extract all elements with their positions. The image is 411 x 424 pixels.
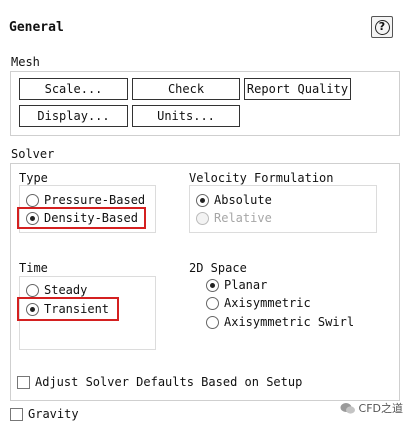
type-group-label: Type xyxy=(19,171,48,185)
watermark-text: CFD之道 xyxy=(358,402,403,415)
radio-planar[interactable]: Planar xyxy=(206,276,267,294)
radio-label: Planar xyxy=(224,278,268,292)
help-icon: ? xyxy=(374,19,390,35)
space-group-label: 2D Space xyxy=(189,261,247,275)
help-button[interactable]: ? xyxy=(371,16,393,38)
check-button[interactable]: Check xyxy=(132,78,240,100)
solver-section-label: Solver xyxy=(11,147,55,161)
radio-button xyxy=(196,211,209,225)
radio-axisymmetric-swirl[interactable]: Axisymmetric Swirl xyxy=(206,313,354,331)
scale-button[interactable]: Scale... xyxy=(19,78,128,100)
radio-button[interactable] xyxy=(26,211,39,225)
radio-button[interactable] xyxy=(196,193,209,207)
adjust-defaults-label: Adjust Solver Defaults Based on Setup xyxy=(35,375,303,389)
velocity-group-label: Velocity Formulation xyxy=(189,171,334,185)
watermark: CFD之道 xyxy=(340,400,403,416)
radio-label: Relative xyxy=(214,211,272,225)
radio-button[interactable] xyxy=(206,296,219,310)
radio-density-based[interactable]: Density-Based xyxy=(26,209,138,227)
units-button[interactable]: Units... xyxy=(132,105,240,127)
radio-label: Absolute xyxy=(214,193,272,207)
radio-relative: Relative xyxy=(196,209,272,227)
radio-button[interactable] xyxy=(26,302,39,316)
radio-button[interactable] xyxy=(26,283,39,297)
display-button[interactable]: Display... xyxy=(19,105,128,127)
adjust-defaults-checkbox[interactable] xyxy=(17,375,30,389)
radio-label: Axisymmetric xyxy=(224,296,311,310)
mesh-section-label: Mesh xyxy=(11,55,40,69)
gravity-checkbox[interactable] xyxy=(10,407,23,421)
radio-transient[interactable]: Transient xyxy=(26,300,109,318)
radio-label: Transient xyxy=(44,302,110,316)
wechat-icon xyxy=(340,402,355,414)
radio-absolute[interactable]: Absolute xyxy=(196,191,272,209)
radio-axisymmetric[interactable]: Axisymmetric xyxy=(206,294,311,312)
gravity-checkbox-row[interactable]: Gravity xyxy=(10,405,79,423)
page-title: General xyxy=(9,20,64,35)
adjust-defaults-checkbox-row[interactable]: Adjust Solver Defaults Based on Setup xyxy=(17,373,302,391)
radio-button[interactable] xyxy=(206,278,219,292)
radio-label: Pressure-Based xyxy=(44,193,146,207)
radio-label: Steady xyxy=(44,283,88,297)
time-group-label: Time xyxy=(19,261,48,275)
radio-button[interactable] xyxy=(26,193,39,207)
radio-label: Density-Based xyxy=(44,211,138,225)
radio-label: Axisymmetric Swirl xyxy=(224,315,355,329)
gravity-label: Gravity xyxy=(28,407,79,421)
report-quality-button[interactable]: Report Quality xyxy=(244,78,351,100)
radio-button[interactable] xyxy=(206,315,219,329)
